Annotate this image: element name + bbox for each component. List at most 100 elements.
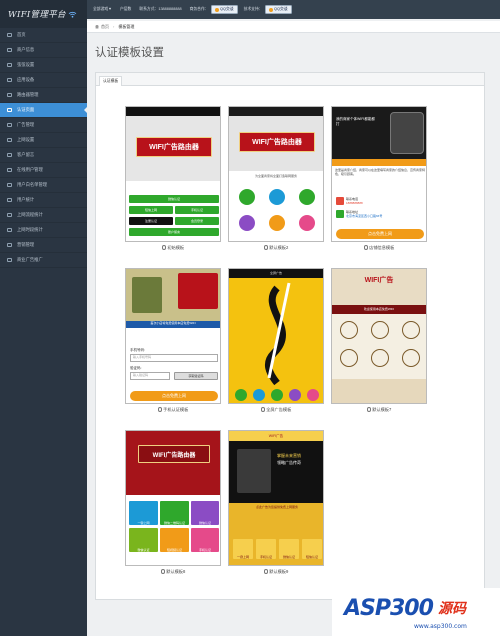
phone-icon (271, 389, 283, 401)
sidebar-item[interactable]: 路由器管理 (0, 88, 87, 103)
pencil-artwork (264, 282, 291, 386)
template-preview[interactable]: WIFI广告路由器 一键上网 微信二维码认证 微信认证 微信认证 短视频认证 手… (125, 430, 221, 566)
menu-icon (7, 78, 12, 82)
preview-tile: 微信二维码认证 (160, 501, 189, 525)
template-preview[interactable]: 我的商家个体WIFI都能都打 这里是商家介绍，商家可以在这里填写商家的介绍信息，… (331, 106, 427, 242)
template-caption[interactable]: 默认模板8 (125, 567, 221, 576)
preview-header (126, 107, 220, 116)
template-card-5[interactable]: 全屏广告 全屏广告模板 (228, 268, 324, 414)
sidebar-item[interactable]: 客户留言 (0, 148, 87, 163)
template-card-3[interactable]: 我的商家个体WIFI都能都打 这里是商家介绍，商家可以在这里填写商家的介绍信息，… (331, 106, 427, 252)
app-logo[interactable]: WIFI管理平台 (0, 0, 87, 28)
template-preview[interactable]: 全屏广告 (228, 268, 324, 404)
preview-button: 手机认证 (175, 206, 219, 214)
sidebar-item[interactable]: 上网时段统计 (0, 223, 87, 238)
sidebar-item[interactable]: 用户统计 (0, 193, 87, 208)
phone-icon (402, 321, 420, 339)
qq-chat-button-business[interactable]: QQ交谈 (210, 5, 238, 14)
template-radio[interactable] (366, 407, 372, 412)
breadcrumb-home[interactable]: 首页 (101, 24, 109, 30)
sidebar-item-label: 广告管理 (17, 122, 35, 127)
sidebar-item[interactable]: 弦弦设置 (0, 58, 87, 73)
sidebar-item[interactable]: 在线用户管理 (0, 163, 87, 178)
preview-address: 北京市海淀区西小口路66号 (346, 214, 383, 218)
template-preview[interactable]: WIFI广告 欢迎使用本店免费WIFI (331, 268, 427, 404)
template-card-6[interactable]: WIFI广告 欢迎使用本店免费WIFI 默认模板7 (331, 268, 427, 414)
template-caption[interactable]: 初始模板 (125, 243, 221, 252)
sidebar-item[interactable]: 营销管理 (0, 238, 87, 253)
sidebar-item[interactable]: 用户白名单管理 (0, 178, 87, 193)
watermark-url: www.asp300.com (414, 623, 467, 630)
template-card-1[interactable]: WIFI广告路由器 微信认证 短信上网 手机认证 注册认证 会员登录 账户留言 … (125, 106, 221, 252)
template-preview[interactable]: WIFI广告路由器 为全面商家将全面打造联网服务 (228, 106, 324, 242)
sidebar-item-label: 上网流程统计 (17, 212, 43, 217)
preview-header: WIFI广告 (229, 431, 323, 441)
template-card-4[interactable]: 首次小店将免费使用本店免费WIFI 手机号码: 输入手机号码 验证码: 输入验证… (125, 268, 221, 414)
breadcrumb-current: 模板管理 (118, 23, 135, 29)
sidebar-item-label: 用户白名单管理 (17, 182, 48, 187)
template-preview[interactable]: WIFI广告路由器 微信认证 短信上网 手机认证 注册认证 会员登录 账户留言 (125, 106, 221, 242)
template-radio[interactable] (263, 245, 269, 250)
preview-tile: 手机认证 (256, 539, 276, 559)
preview-phone-input: 输入手机号码 (130, 354, 218, 362)
router-banner: WIFI广告路由器 (136, 137, 212, 157)
menu-icon (7, 243, 12, 247)
qq-chat-button-support[interactable]: QQ交谈 (264, 5, 292, 14)
template-radio[interactable] (160, 569, 166, 574)
preview-button: 注册认证 (129, 217, 173, 225)
preview-tile: 微信认证 (129, 528, 158, 552)
user-icon (371, 349, 389, 367)
template-caption[interactable]: 默认模板9 (228, 567, 324, 576)
sidebar-item-label: 应用设备 (17, 77, 35, 82)
router-banner: WIFI广告路由器 (239, 132, 315, 152)
tab-auth-templates[interactable]: 认证模板 (99, 76, 123, 86)
template-card-2[interactable]: WIFI广告路由器 为全面商家将全面打造联网服务 默认模板2 (228, 106, 324, 252)
template-radio[interactable] (260, 407, 266, 412)
phone-icon (299, 189, 315, 205)
template-label: 默认模板9 (269, 568, 289, 574)
menu-icon (7, 213, 12, 217)
sidebar-item[interactable]: 商业广告推广 (0, 253, 87, 268)
wifi-icon (253, 389, 265, 401)
template-caption[interactable]: 默认模板2 (228, 243, 324, 252)
template-caption[interactable]: 默认模板7 (331, 405, 427, 414)
menu-icon (7, 153, 12, 157)
template-preview[interactable]: 首次小店将免费使用本店免费WIFI 手机号码: 输入手机号码 验证码: 输入验证… (125, 268, 221, 404)
sidebar-item[interactable]: 广告管理 (0, 118, 87, 133)
preview-connect-button: 点击免费上网 (336, 229, 424, 239)
topbar-game-menu[interactable]: 全部游戏▼ (93, 7, 112, 12)
sidebar-item-label: 商业广告推广 (17, 257, 43, 262)
sidebar-item[interactable]: 上网流程统计 (0, 208, 87, 223)
location-icon (336, 210, 344, 218)
menu-icon (7, 108, 12, 112)
eye-icon (289, 389, 301, 401)
preview-strip (332, 159, 426, 166)
preview-code-input: 输入验证码 (130, 372, 170, 380)
preview-tile: 微信认证 (191, 501, 219, 525)
template-label: 默认模板7 (372, 406, 392, 412)
wifi-icon (269, 189, 285, 205)
sidebar-item[interactable]: 认证页面 (0, 103, 87, 118)
template-caption[interactable]: 手机认证模板 (125, 405, 221, 414)
preview-headline: 掌握未来营销 (277, 453, 301, 458)
sidebar-item-label: 在线用户管理 (17, 167, 43, 172)
sidebar-item[interactable]: 应用设备 (0, 73, 87, 88)
template-label: 默认模板8 (166, 568, 186, 574)
template-radio[interactable] (161, 245, 167, 250)
template-radio[interactable] (157, 407, 163, 412)
sidebar-item[interactable]: 上网设置 (0, 133, 87, 148)
qq-icon (214, 7, 219, 12)
preview-footer (332, 379, 426, 403)
template-radio[interactable] (363, 245, 369, 250)
template-card-8[interactable]: WIFI广告 掌握未来营销 领略广告传奇 点此广告为您提供免费上网服务 一键上网… (228, 430, 324, 576)
template-card-7[interactable]: WIFI广告路由器 一键上网 微信二维码认证 微信认证 微信认证 短视频认证 手… (125, 430, 221, 576)
template-preview[interactable]: WIFI广告 掌握未来营销 领略广告传奇 点此广告为您提供免费上网服务 一键上网… (228, 430, 324, 566)
page-title: 认证模板设置 (95, 47, 164, 59)
template-caption[interactable]: 全屏广告模板 (228, 405, 324, 414)
sidebar-item[interactable]: 首页 (0, 28, 87, 43)
template-caption[interactable]: 店铺信息模板 (331, 243, 427, 252)
template-radio[interactable] (263, 569, 269, 574)
chat-icon (371, 321, 389, 339)
preview-note: 点此广告为您提供免费上网服务 (255, 505, 298, 509)
sidebar-item[interactable]: 商户信息 (0, 43, 87, 58)
